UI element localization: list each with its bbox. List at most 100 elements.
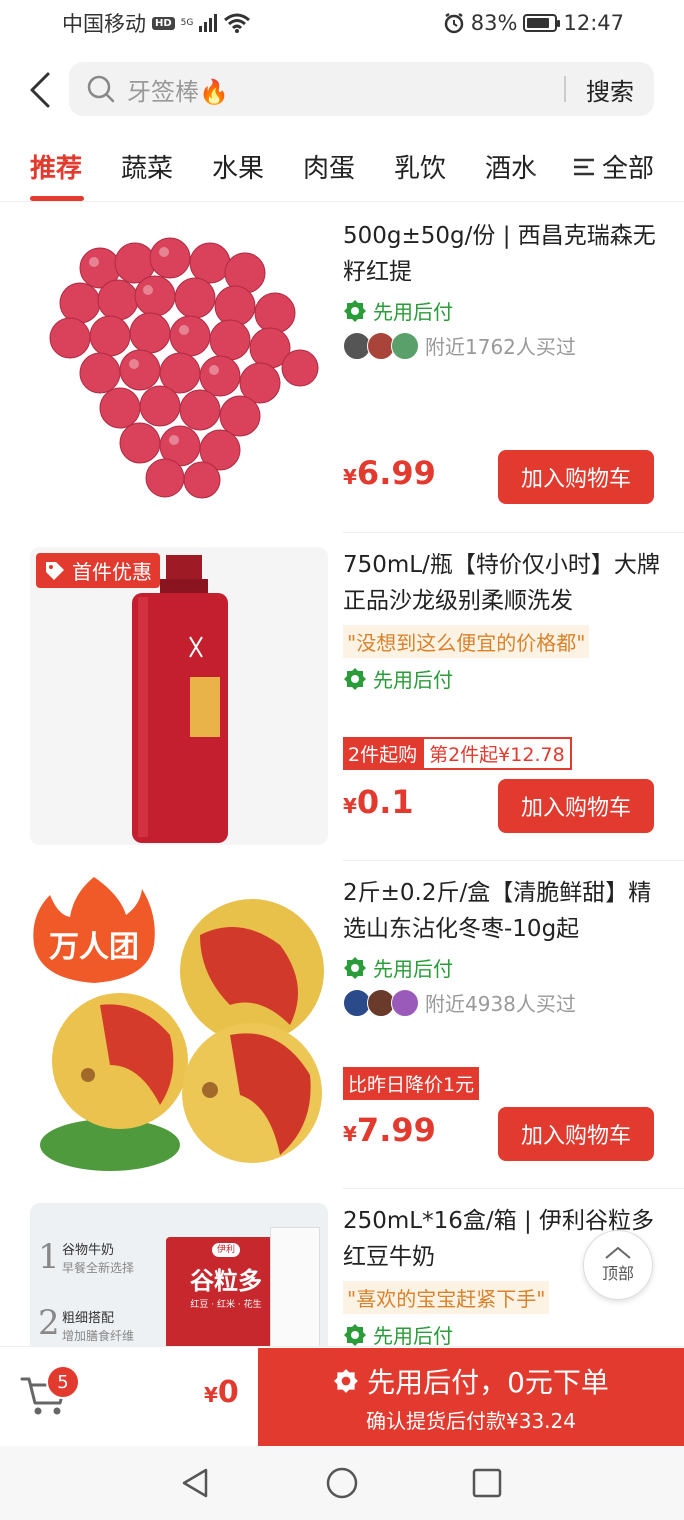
- nav-back-icon[interactable]: [178, 1466, 212, 1500]
- add-to-cart-button[interactable]: 加入购物车: [498, 450, 654, 504]
- step-number: 1: [38, 1237, 60, 1277]
- status-bar: 中国移动 HD 5G 83% 12:47: [0, 0, 684, 46]
- tab-meat-eggs[interactable]: 肉蛋: [303, 148, 355, 185]
- system-nav-bar: [0, 1446, 684, 1520]
- menu-icon: [574, 158, 594, 175]
- min-purchase-tag: 2件起购: [343, 737, 423, 770]
- network-type: 5G: [180, 18, 194, 28]
- price-value: 0.1: [356, 783, 414, 821]
- buyer-avatars: [343, 988, 419, 1017]
- avatar: [391, 988, 419, 1017]
- tabs-fade: [530, 134, 560, 198]
- tab-recommend[interactable]: 推荐: [30, 148, 82, 185]
- tab-dairy-drinks[interactable]: 乳饮: [394, 148, 446, 185]
- price-drop-tag: 比昨日降价1元: [343, 1067, 480, 1100]
- price-value: 6.99: [356, 454, 436, 492]
- battery-icon: [523, 14, 561, 32]
- product-image[interactable]: [30, 218, 328, 516]
- price-currency: ¥: [343, 465, 357, 489]
- product-title[interactable]: 500g±50g/份 | 西昌克瑞森无籽红提: [343, 218, 663, 290]
- tab-all[interactable]: 全部: [572, 148, 654, 185]
- search-bar[interactable]: 牙签棒🔥 搜索: [69, 62, 654, 116]
- product-image[interactable]: 万人团: [30, 875, 328, 1173]
- product-info: 750mL/瓶【特价仅小时】大牌正品沙龙级别柔顺洗发 "没想到这么便宜的价格都"…: [343, 547, 663, 693]
- wifi-icon: [224, 13, 251, 33]
- bottom-checkout-bar: 5 ¥0 先用后付，0元下单 确认提货后付款¥33.24: [0, 1346, 684, 1446]
- pay-later-icon: [344, 1323, 366, 1346]
- pay-later-icon: [344, 956, 366, 979]
- nav-recents-icon[interactable]: [470, 1466, 504, 1500]
- tag-icon: [46, 561, 64, 580]
- price: ¥0.1: [343, 783, 414, 821]
- add-to-cart-button[interactable]: 加入购物车: [498, 1107, 654, 1161]
- promo-quote: "喜欢的宝宝赶紧下手": [343, 1281, 550, 1314]
- pay-later-label: 先用后付: [343, 953, 663, 982]
- brand-name: 谷粒多: [190, 1267, 262, 1295]
- milk-box-back: [270, 1227, 320, 1346]
- image-caption-sub: 增加膳食纤维: [62, 1329, 135, 1343]
- promo-quote: "没想到这么便宜的价格都": [343, 625, 590, 658]
- product-card[interactable]: 500g±50g/份 | 西昌克瑞森无籽红提 先用后付 附近1762人买过 ¥6…: [0, 202, 684, 533]
- search-input[interactable]: 牙签棒🔥: [127, 72, 564, 107]
- image-caption: 谷物牛奶: [62, 1243, 115, 1258]
- pay-later-text: 先用后付: [373, 1324, 453, 1346]
- hd-icon: HD: [152, 16, 175, 30]
- product-card[interactable]: 万人团 2斤±0.2斤/盒【清脆鲜甜】精选山东沾化冬枣-10g起 先用后付 附近…: [0, 859, 684, 1189]
- pay-later-text: 先用后付: [373, 300, 453, 324]
- product-image[interactable]: 首件优惠: [30, 547, 328, 845]
- pay-later-label: 先用后付: [343, 1320, 663, 1346]
- pay-later-text: 先用后付: [373, 957, 453, 981]
- brand-sub: 红豆 · 红米 · 花生: [190, 1300, 262, 1310]
- buyers-count: 附近4938人买过: [425, 992, 576, 1016]
- group-buy-badge: 万人团: [33, 877, 155, 983]
- alarm-icon: [444, 12, 464, 34]
- carrier-name: 中国移动: [62, 12, 146, 36]
- price-currency: ¥: [343, 794, 357, 818]
- buyers-row: 附近4938人买过: [343, 988, 663, 1017]
- tab-all-label: 全部: [602, 154, 655, 184]
- active-tab-indicator: [30, 196, 84, 201]
- tab-fruit[interactable]: 水果: [212, 148, 264, 185]
- nav-home-icon[interactable]: [325, 1466, 359, 1500]
- search-button[interactable]: 搜索: [566, 72, 654, 107]
- checkout-sub-text: 确认提货后付款¥33.24: [366, 1408, 576, 1433]
- promo-tags: 2件起购 第2件起¥12.78: [343, 737, 572, 770]
- product-image[interactable]: 1 谷物牛奶 早餐全新选择 2 粗细搭配 增加膳食纤维 伊利 谷粒多 红豆 · …: [30, 1203, 328, 1346]
- checkout-button[interactable]: 先用后付，0元下单 确认提货后付款¥33.24: [258, 1348, 684, 1446]
- status-right: 83% 12:47: [443, 11, 624, 35]
- battery-fill: [527, 18, 550, 28]
- promo-tags: 比昨日降价1元: [343, 1067, 480, 1100]
- pay-later-label: 先用后付: [343, 664, 663, 693]
- add-to-cart-button[interactable]: 加入购物车: [498, 779, 654, 833]
- badge-text: 万人团: [49, 931, 139, 964]
- category-tabs: 推荐 蔬菜 水果 肉蛋 乳饮 酒水 全部: [0, 134, 684, 202]
- pay-later-icon: [344, 299, 366, 322]
- search-icon: [87, 75, 115, 103]
- checkout-main-text: 先用后付，0元下单: [367, 1365, 609, 1399]
- brand-logo: 伊利: [212, 1243, 240, 1257]
- badge-text: 首件优惠: [72, 560, 152, 584]
- pay-later-text: 先用后付: [373, 668, 453, 692]
- price: ¥6.99: [343, 454, 436, 492]
- second-item-price-tag: 第2件起¥12.78: [422, 737, 572, 770]
- buyer-avatars: [343, 331, 419, 360]
- price-value: 7.99: [356, 1111, 436, 1149]
- back-arrow-icon[interactable]: [26, 70, 56, 110]
- avatar: [391, 331, 419, 360]
- back-to-top-button[interactable]: 顶部: [583, 1230, 653, 1300]
- step-number: 2: [38, 1303, 60, 1343]
- price: ¥7.99: [343, 1111, 436, 1149]
- product-card[interactable]: 1 谷物牛奶 早餐全新选择 2 粗细搭配 增加膳食纤维 伊利 谷粒多 红豆 · …: [0, 1187, 684, 1346]
- product-title[interactable]: 2斤±0.2斤/盒【清脆鲜甜】精选山东沾化冬枣-10g起: [343, 875, 663, 947]
- product-card[interactable]: 首件优惠 750mL/瓶【特价仅小时】大牌正品沙龙级别柔顺洗发 "没想到这么便宜…: [0, 531, 684, 861]
- price-currency: ¥: [343, 1122, 357, 1146]
- product-info: 2斤±0.2斤/盒【清脆鲜甜】精选山东沾化冬枣-10g起 先用后付 附近4938…: [343, 875, 663, 1017]
- product-info: 500g±50g/份 | 西昌克瑞森无籽红提 先用后付 附近1762人买过: [343, 218, 663, 360]
- pay-later-label: 先用后付: [343, 296, 663, 325]
- tab-vegetables[interactable]: 蔬菜: [121, 148, 173, 185]
- search-header: 牙签棒🔥 搜索: [0, 58, 684, 120]
- clock: 12:47: [563, 11, 624, 35]
- cart-total: ¥0: [204, 1375, 239, 1410]
- first-item-discount-badge: 首件优惠: [36, 553, 160, 588]
- product-title[interactable]: 750mL/瓶【特价仅小时】大牌正品沙龙级别柔顺洗发: [343, 547, 663, 619]
